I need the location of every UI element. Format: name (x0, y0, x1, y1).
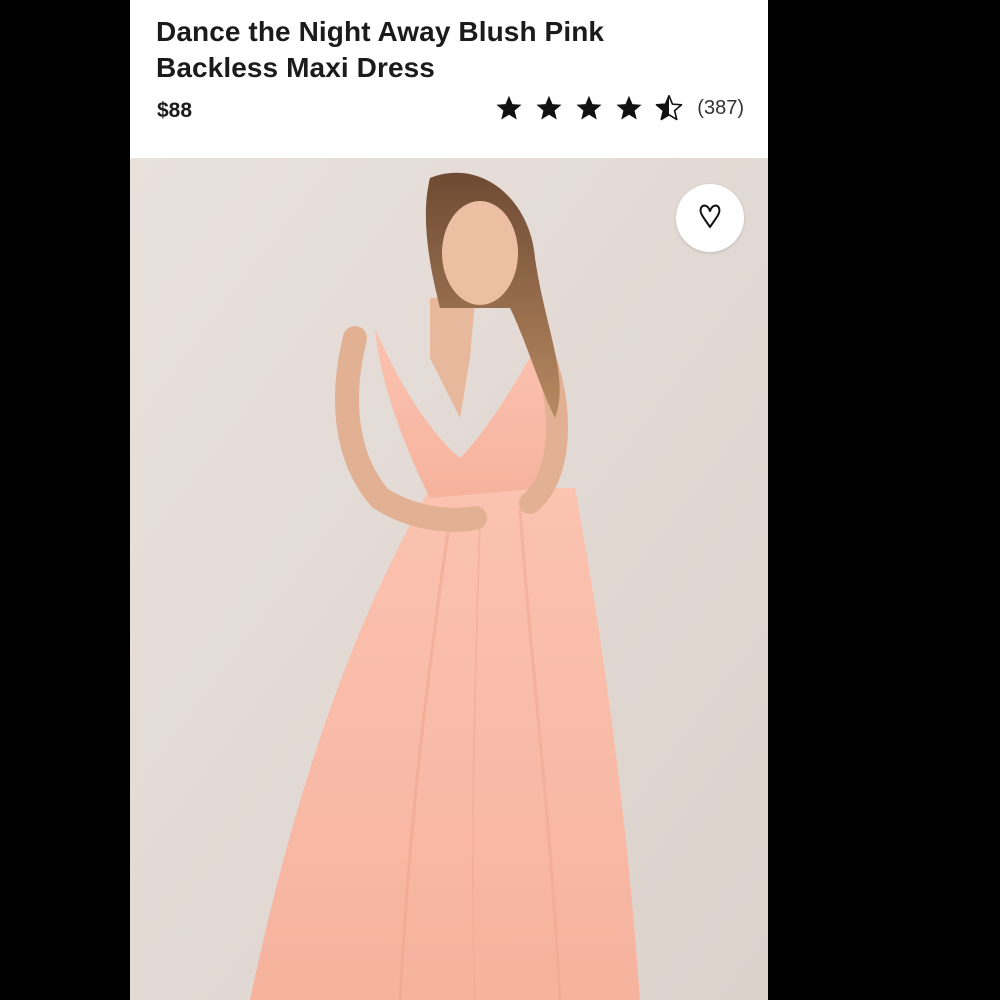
star-filled-icon (533, 92, 565, 124)
heart-icon (695, 201, 725, 236)
star-filled-icon (493, 92, 525, 124)
product-rating[interactable]: (387) (493, 92, 744, 124)
product-screen: Dance the Night Away Blush Pink Backless… (130, 0, 768, 1000)
product-title: Dance the Night Away Blush Pink Backless… (156, 16, 605, 83)
star-filled-icon (573, 92, 605, 124)
product-header: Dance the Night Away Blush Pink Backless… (130, 0, 768, 158)
product-price: $88 (157, 99, 193, 122)
favorite-button[interactable] (676, 184, 744, 252)
star-filled-icon (613, 92, 645, 124)
product-photo[interactable] (130, 158, 768, 1000)
rating-count: (387) (697, 96, 744, 119)
star-half-icon (653, 92, 685, 124)
